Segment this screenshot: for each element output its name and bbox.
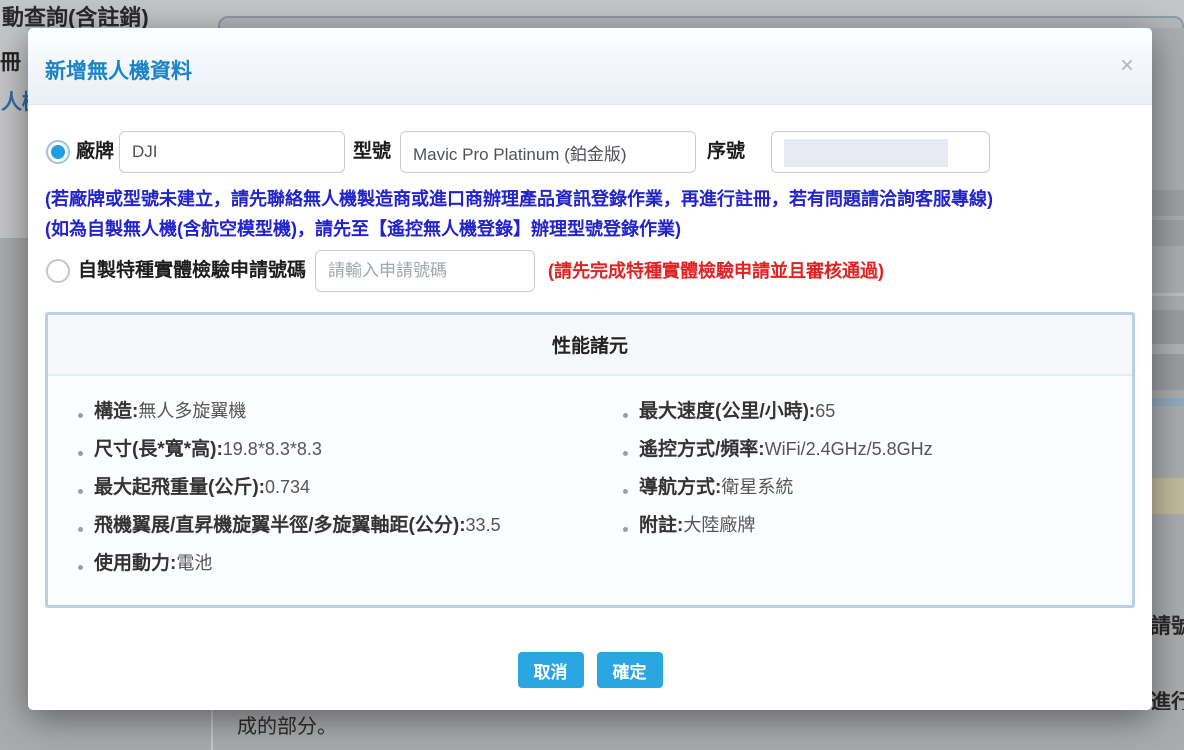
spec-value: 65 xyxy=(815,401,835,422)
background-register-fragment: 冊 xyxy=(0,46,21,76)
performance-specs-panel: 性能諸元 構造:無人多旋翼機 尺寸(長*寬*高):19.8*8.3*8.3 最大… xyxy=(45,312,1135,608)
serial-input[interactable] xyxy=(771,131,990,173)
special-inspection-label: 自製特種實體檢驗申請號碼 xyxy=(78,250,306,292)
cancel-button[interactable]: 取消 xyxy=(518,652,584,688)
serial-label: 序號 xyxy=(707,131,745,173)
special-inspection-row: 自製特種實體檢驗申請號碼 (請先完成特種實體檢驗申請並且審核通過) xyxy=(28,250,1152,292)
model-label: 型號 xyxy=(353,131,391,173)
brand-label: 廠牌 xyxy=(76,131,114,173)
spec-item: 最大起飛重量(公斤):0.734 xyxy=(78,472,623,510)
spec-item: 使用動力:電池 xyxy=(78,548,623,586)
serial-redacted-value xyxy=(784,139,948,167)
spec-value: 電池 xyxy=(176,549,212,575)
bullet-icon xyxy=(623,489,628,494)
spec-value: 大陸廠牌 xyxy=(683,511,755,537)
spec-label: 尺寸(長*寬*高): xyxy=(94,434,223,461)
spec-item: 附註:大陸廠牌 xyxy=(623,510,933,548)
spec-item: 尺寸(長*寬*高):19.8*8.3*8.3 xyxy=(78,434,623,472)
spec-label: 附註: xyxy=(639,510,683,537)
brand-hint-line2: (如為自製無人機(含航空模型機)，請先至【遙控無人機登錄】辦理型號登錄作業) xyxy=(45,215,681,241)
background-vertical-divider xyxy=(211,710,213,750)
radio-dot xyxy=(51,145,65,159)
bullet-icon xyxy=(623,413,628,418)
spec-label: 使用動力: xyxy=(94,548,176,575)
special-inspection-warning: (請先完成特種實體檢驗申請並且審核通過) xyxy=(548,250,884,292)
spec-value: WiFi/2.4GHz/5.8GHz xyxy=(765,439,933,460)
bullet-icon xyxy=(623,527,628,532)
spec-value: 無人多旋翼機 xyxy=(138,397,246,423)
spec-value: 19.8*8.3*8.3 xyxy=(223,439,322,460)
spec-value: 33.5 xyxy=(466,515,501,536)
spec-item: 導航方式:衛星系統 xyxy=(623,472,933,510)
background-divider xyxy=(1152,293,1184,296)
spec-item: 構造:無人多旋翼機 xyxy=(78,396,623,434)
spec-label: 導航方式: xyxy=(639,472,721,499)
background-tab-title: 動查詢(含註銷) xyxy=(2,0,149,28)
bullet-icon xyxy=(78,565,83,570)
bullet-icon xyxy=(78,413,83,418)
spec-item: 最大速度(公里/小時):65 xyxy=(623,396,933,434)
background-row-gap xyxy=(1152,344,1184,354)
spec-label: 構造: xyxy=(94,396,138,423)
spec-value: 0.734 xyxy=(265,477,310,498)
brand-hint-line1: (若廠牌或型號未建立，請先聯絡無人機製造商或進口商辦理產品資訊登錄作業，再進行註… xyxy=(45,185,993,211)
spec-label: 最大速度(公里/小時): xyxy=(639,396,815,423)
bullet-icon xyxy=(78,489,83,494)
background-tan-band xyxy=(1152,478,1184,514)
background-row-band xyxy=(1152,220,1184,246)
brand-input[interactable] xyxy=(119,131,345,173)
background-bottom-strip: 成的部分。 xyxy=(0,710,1184,750)
background-bottom-text: 成的部分。 xyxy=(237,710,337,739)
background-text-fragment: 請號 xyxy=(1152,610,1184,640)
add-drone-modal: 新增無人機資料 × 廠牌 型號 序號 (若廠牌或型號未建立，請先聯絡無人機製造商… xyxy=(28,28,1152,710)
spec-value: 衛星系統 xyxy=(721,473,793,499)
spec-label: 遙控方式/頻率: xyxy=(639,434,765,461)
specs-panel-body: 構造:無人多旋翼機 尺寸(長*寬*高):19.8*8.3*8.3 最大起飛重量(… xyxy=(48,376,1132,586)
background-blue-line xyxy=(1152,398,1184,406)
modal-footer: 取消 確定 xyxy=(28,652,1152,688)
background-nav-fragment: 人機 xyxy=(1,86,28,116)
specs-left-column: 構造:無人多旋翼機 尺寸(長*寬*高):19.8*8.3*8.3 最大起飛重量(… xyxy=(78,396,623,586)
background-row-band xyxy=(1152,354,1184,390)
bullet-icon xyxy=(78,451,83,456)
spec-label: 飛機翼展/直昇機旋翼半徑/多旋翼軸距(公分): xyxy=(94,510,466,537)
confirm-button[interactable]: 確定 xyxy=(597,652,663,688)
special-inspection-input[interactable] xyxy=(315,250,535,292)
model-input[interactable] xyxy=(400,131,696,173)
background-text-fragment: 進行 xyxy=(1152,686,1184,710)
close-icon[interactable]: × xyxy=(1120,54,1134,78)
brand-model-serial-row: 廠牌 型號 序號 xyxy=(28,131,1152,173)
modal-title: 新增無人機資料 xyxy=(45,55,192,85)
specs-right-column: 最大速度(公里/小時):65 遙控方式/頻率:WiFi/2.4GHz/5.8GH… xyxy=(623,396,933,586)
special-inspection-radio[interactable] xyxy=(46,259,70,283)
background-row-band xyxy=(1152,310,1184,344)
spec-label: 最大起飛重量(公斤): xyxy=(94,472,265,499)
bullet-icon xyxy=(78,527,83,532)
specs-panel-title: 性能諸元 xyxy=(48,315,1132,376)
modal-header: 新增無人機資料 × xyxy=(28,28,1152,105)
brand-radio[interactable] xyxy=(46,140,70,164)
spec-item: 飛機翼展/直昇機旋翼半徑/多旋翼軸距(公分):33.5 xyxy=(78,510,623,548)
background-row-band xyxy=(1152,190,1184,216)
background-right-strip: 請號 進行 xyxy=(1152,28,1184,710)
background-left-strip: 冊 人機 xyxy=(0,28,28,710)
spec-item: 遙控方式/頻率:WiFi/2.4GHz/5.8GHz xyxy=(623,434,933,472)
bullet-icon xyxy=(623,451,628,456)
